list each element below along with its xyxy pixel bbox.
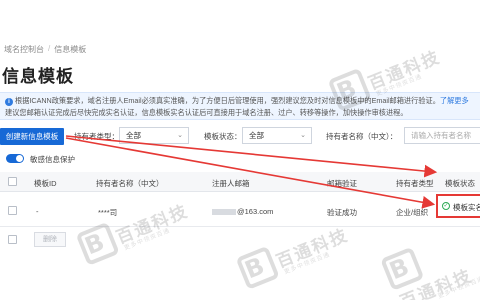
annotation-arrows [65,135,438,209]
annotation-arrow-upper [65,135,438,178]
annotation-arrow-lower [65,137,436,209]
